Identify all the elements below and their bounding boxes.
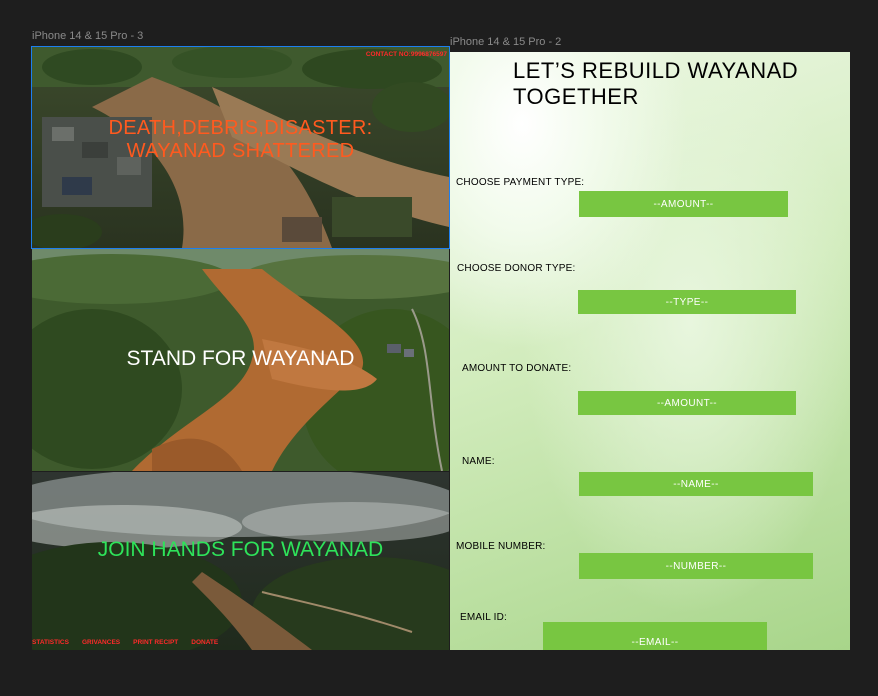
donor-type-select[interactable]: --TYPE-- [578,290,796,314]
amount-input[interactable]: --AMOUNT-- [578,391,796,415]
email-label: EMAIL ID: [460,612,507,623]
amount-label: AMOUNT TO DONATE: [462,363,572,374]
contact-number: CONTACT NO:9996876597 [365,51,447,58]
mobile-number-label: MOBILE NUMBER: [456,541,546,552]
mobile-number-input[interactable]: --NUMBER-- [579,553,813,579]
frame-label-left: iPhone 14 & 15 Pro - 3 [32,30,144,42]
hero-panel-disaster[interactable]: CONTACT NO:9996876597 DEATH,DEBRIS,DISAS… [31,46,450,249]
hero-panel-join: JOIN HANDS FOR WAYANAD STATISTICS GRIVAN… [32,472,449,650]
form-title: LET’S REBUILD WAYANAD TOGETHER [513,58,833,110]
frame-right-donation-form: LET’S REBUILD WAYANAD TOGETHER CHOOSE PA… [450,52,850,650]
frame-left: CONTACT NO:9996876597 DEATH,DEBRIS,DISAS… [31,46,450,650]
frame-label-right: iPhone 14 & 15 Pro - 2 [450,36,562,48]
nav-statistics[interactable]: STATISTICS [32,639,69,646]
hero-panel-stand: STAND FOR WAYANAD [32,249,449,471]
headline-disaster-line1: DEATH,DEBRIS,DISASTER: [108,117,373,139]
footer-nav: STATISTICS GRIVANCES PRINT RECIPT DONATE [32,639,218,646]
headline-join: JOIN HANDS FOR WAYANAD [97,538,384,561]
donor-type-label: CHOOSE DONOR TYPE: [457,263,576,274]
name-label: NAME: [462,456,495,467]
headline-stand: STAND FOR WAYANAD [126,347,355,370]
name-input[interactable]: --NAME-- [579,472,813,496]
email-input[interactable]: --EMAIL-- [543,622,767,650]
payment-type-select[interactable]: --AMOUNT-- [579,191,788,217]
nav-donate[interactable]: DONATE [191,639,218,646]
nav-print-receipt[interactable]: PRINT RECIPT [133,639,178,646]
form-title-line1: LET’S REBUILD WAYANAD [513,58,799,83]
form-title-line2: TOGETHER [513,84,639,109]
nav-grievances[interactable]: GRIVANCES [82,639,120,646]
headline-disaster-line2: WAYANAD SHATTERED [126,140,355,162]
headline-disaster: DEATH,DEBRIS,DISASTER: WAYANAD SHATTERED [32,117,449,163]
payment-type-label: CHOOSE PAYMENT TYPE: [456,177,585,188]
